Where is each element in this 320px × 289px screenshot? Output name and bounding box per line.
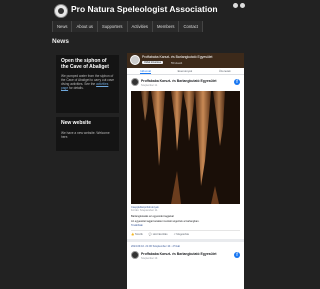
facebook-tabs: Idővonal Események Üzenetek xyxy=(127,68,244,75)
nav-item-about-us[interactable]: About us xyxy=(72,21,99,32)
avatar[interactable] xyxy=(131,251,139,260)
page-title: News xyxy=(52,38,69,45)
news-card-title: Open the siphon of the Cave of Abaliget xyxy=(61,58,109,70)
news-card-new-website: New website We have a new website. Welco… xyxy=(56,117,119,151)
follow-page-button[interactable]: Oldal követése xyxy=(142,61,164,64)
post-author[interactable]: Proffababa Karszt- és Barlangkutató Egye… xyxy=(141,252,217,256)
post-header: Proffababa Karszt- és Barlangkutató Egye… xyxy=(127,75,244,89)
post-actions: 👍 Tetszik 💬 Hozzászólás ↗ Megosztás xyxy=(131,230,240,236)
cave-photo[interactable] xyxy=(131,91,240,204)
facebook-icon[interactable]: f xyxy=(234,79,240,85)
comment-button[interactable]: 💬 Hozzászólás xyxy=(149,233,168,236)
like-button[interactable]: 👍 Tetszik xyxy=(131,233,143,236)
facebook-icon[interactable] xyxy=(233,3,238,8)
nav-item-members[interactable]: Members xyxy=(153,21,180,32)
post-caption: Cseppkőképződmények Forrás: Szeptember 1… xyxy=(131,206,240,227)
page-avatar[interactable] xyxy=(130,55,140,65)
post-author[interactable]: Proffababa Karszt- és Barlangkutató Egye… xyxy=(141,79,217,83)
tab-timeline[interactable]: Idővonal xyxy=(140,68,151,74)
nav-item-news[interactable]: News xyxy=(52,21,73,32)
post-header: Proffababa Karszt- és Barlangkutató Egye… xyxy=(127,248,244,262)
caption-source: Forrás: Szeptember 11. xyxy=(131,209,159,213)
nav-item-activities[interactable]: Activities xyxy=(128,21,154,32)
see-more-link[interactable]: Továbbiak xyxy=(131,224,240,227)
news-card-text: We have a new website. Welcome here. xyxy=(61,130,110,139)
nav-item-contact[interactable]: Contact xyxy=(179,21,203,32)
share-button[interactable]: ↗ Megosztás xyxy=(174,233,189,236)
main-nav: News About us Supporters Activities Memb… xyxy=(52,21,203,32)
nav-item-supporters[interactable]: Supporters xyxy=(98,21,128,32)
stalactite-image-icon xyxy=(131,91,240,204)
post-divider xyxy=(127,239,244,243)
news-card-text: We pumped water from the siphon of the C… xyxy=(61,74,114,90)
facebook-page-widget[interactable]: Proffababa Karszt- és Barlangkutató Egye… xyxy=(127,53,244,289)
post-timestamp[interactable]: Szeptember 11. xyxy=(141,84,158,87)
avatar[interactable] xyxy=(131,78,139,86)
association-logo-icon[interactable] xyxy=(54,4,68,18)
facebook-icon[interactable]: f xyxy=(234,252,240,259)
page-name[interactable]: Proffababa Karszt- és Barlangkutató Egye… xyxy=(142,55,212,59)
share-label: Megosztás xyxy=(176,233,189,237)
tab-events[interactable]: Események xyxy=(178,68,193,74)
facebook-cover-banner[interactable]: Proffababa Karszt- és Barlangkutató Egye… xyxy=(127,53,244,68)
like-label: Tetszik xyxy=(134,233,143,237)
caption-line: Barlangkutatás az egyesület tagjaival xyxy=(131,214,174,218)
email-icon[interactable] xyxy=(240,3,245,8)
site-header: Pro Natura Speleologist Association xyxy=(0,0,300,20)
news-card-siphon: Open the siphon of the Cave of Abaliget … xyxy=(56,55,119,113)
post-timestamp[interactable]: Szeptember 10. xyxy=(141,257,158,260)
news-card-title: New website xyxy=(61,120,92,126)
tab-messages[interactable]: Üzenetek xyxy=(219,68,231,74)
comment-label: Hozzászólás xyxy=(152,233,168,237)
news-card-body-end: for details. xyxy=(68,86,84,91)
site-title[interactable]: Pro Natura Speleologist Association xyxy=(71,4,218,14)
follower-count: 55 követő xyxy=(171,61,183,65)
